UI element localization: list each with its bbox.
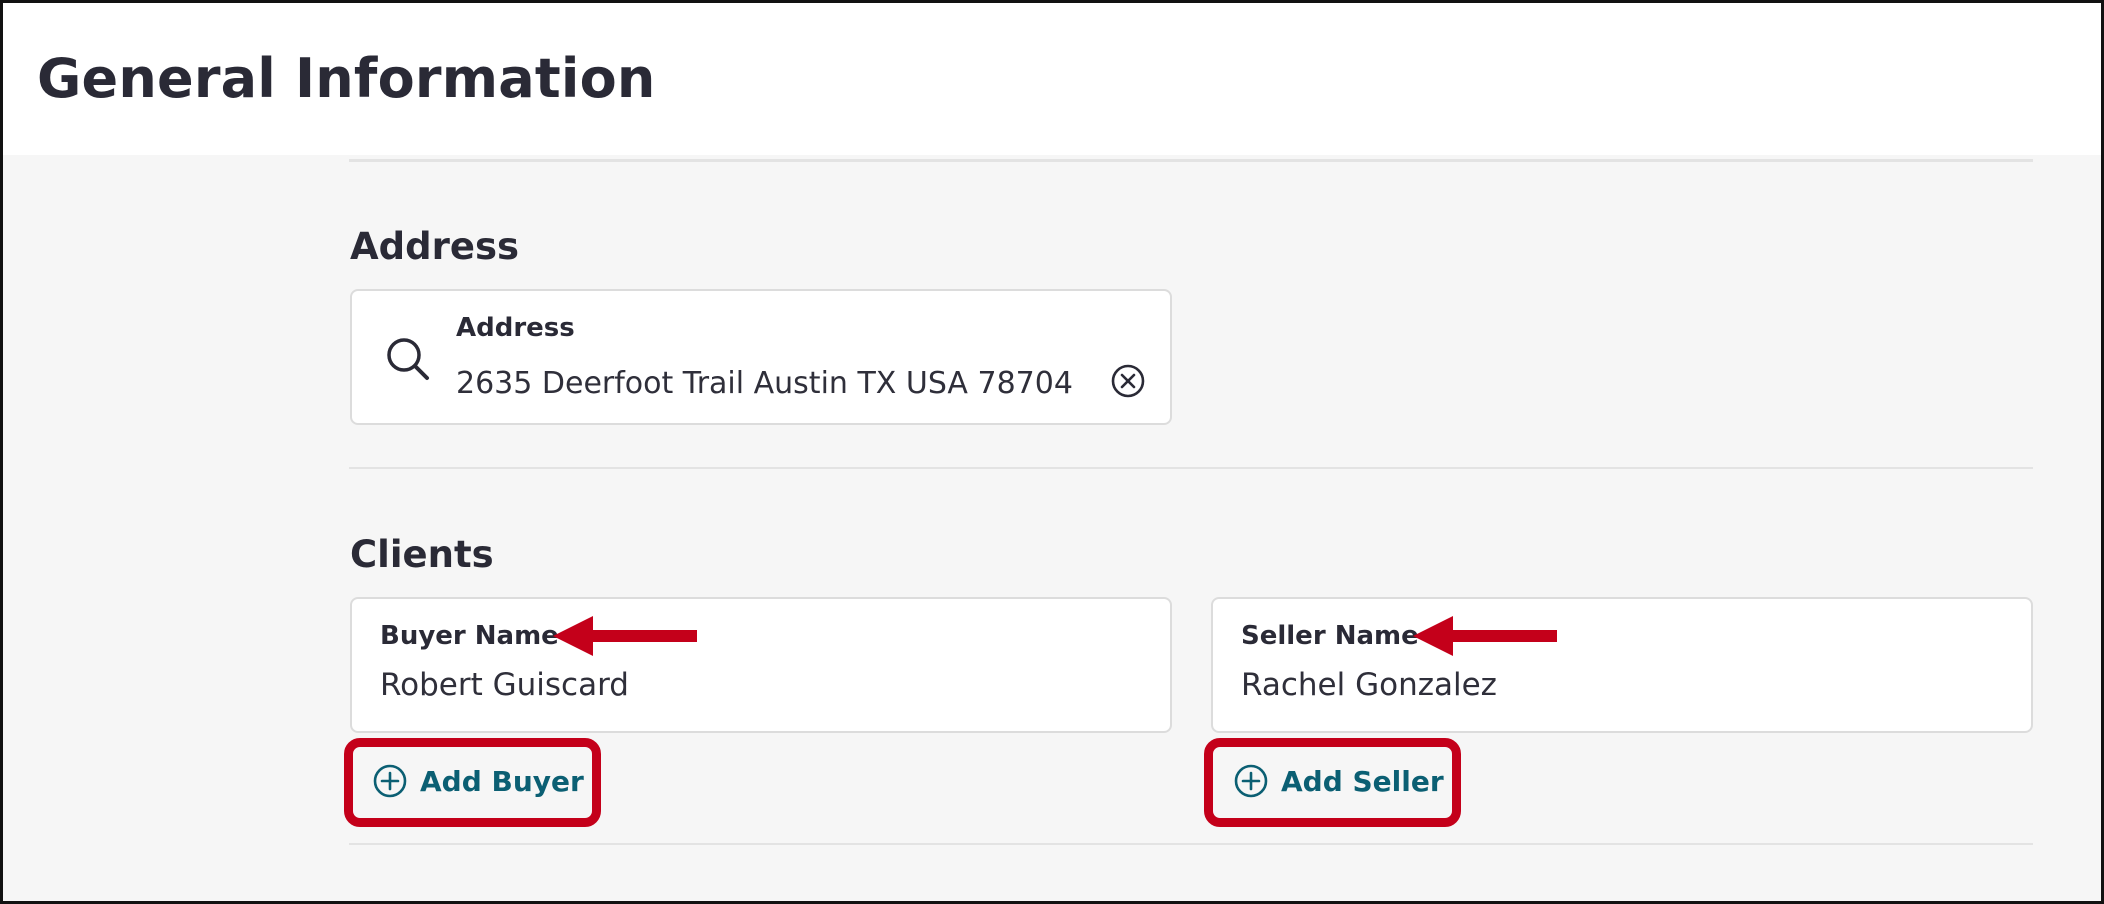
address-section-heading: Address — [350, 225, 519, 268]
add-seller-highlight — [1204, 738, 1461, 827]
page-header: General Information — [3, 3, 2101, 155]
page-title: General Information — [37, 47, 656, 110]
screenshot-frame: General Information Address Address Clie… — [0, 0, 2104, 904]
search-icon — [387, 338, 429, 380]
buyer-name-label: Buyer Name — [380, 621, 559, 651]
address-field[interactable]: Address — [350, 289, 1172, 425]
address-input[interactable] — [456, 361, 1104, 405]
seller-name-field[interactable]: Seller Name Rachel Gonzalez — [1211, 597, 2033, 733]
clear-circle-icon[interactable] — [1110, 363, 1146, 399]
left-arrow-icon — [1413, 616, 1557, 656]
clients-section-heading: Clients — [350, 533, 494, 576]
left-arrow-icon — [553, 616, 697, 656]
form-content: Address Address Clients Buyer Name Rober… — [3, 155, 2101, 901]
section-divider — [349, 467, 2033, 469]
top-divider — [349, 159, 2033, 162]
seller-name-label: Seller Name — [1241, 621, 1419, 651]
address-field-label: Address — [456, 313, 575, 343]
buyer-name-field[interactable]: Buyer Name Robert Guiscard — [350, 597, 1172, 733]
buyer-name-value: Robert Guiscard — [380, 667, 629, 703]
add-buyer-highlight — [344, 738, 601, 827]
seller-name-value: Rachel Gonzalez — [1241, 667, 1497, 703]
bottom-divider — [349, 843, 2033, 845]
